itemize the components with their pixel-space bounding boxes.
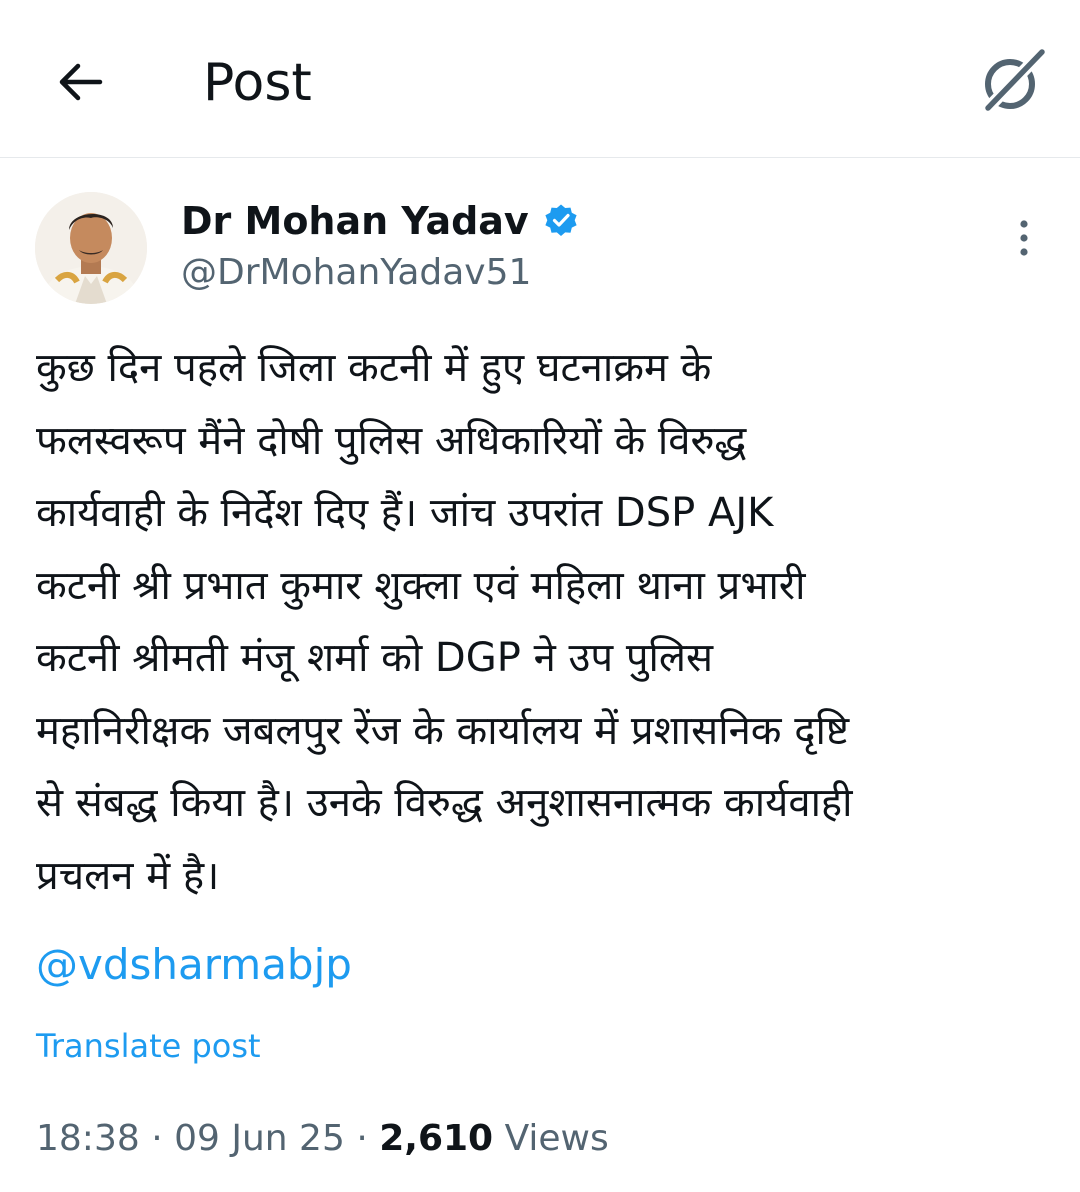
translate-post-link[interactable]: Translate post [36,1024,261,1068]
post-text: कुछ दिन पहले जिला कटनी में हुए घटनाक्रम … [36,345,853,899]
verified-badge-icon [543,203,579,239]
avatar[interactable] [35,192,147,304]
views-label[interactable]: Views [505,1118,609,1159]
post-date[interactable]: 09 Jun 25 [174,1118,345,1159]
author-name[interactable]: Dr Mohan Yadav [181,196,579,246]
grok-button[interactable] [968,40,1056,128]
meta-separator: · [151,1118,163,1159]
page-title: Post [203,53,312,113]
post-metadata: 18:38 · 09 Jun 25 · 2,610 Views [36,1114,609,1164]
more-vertical-icon [1016,216,1032,264]
top-bar: Post [0,0,1080,158]
views-count[interactable]: 2,610 [379,1118,493,1159]
grok-icon [976,46,1048,122]
arrow-left-icon [52,54,108,114]
author-name-text: Dr Mohan Yadav [181,199,529,243]
post-time[interactable]: 18:38 [36,1118,140,1159]
author-handle[interactable]: @DrMohanYadav51 [181,248,531,298]
mention-link[interactable]: @vdsharmabjp [36,932,352,998]
back-button[interactable] [40,44,120,124]
meta-separator: · [356,1118,368,1159]
more-options-button[interactable] [1000,212,1048,268]
